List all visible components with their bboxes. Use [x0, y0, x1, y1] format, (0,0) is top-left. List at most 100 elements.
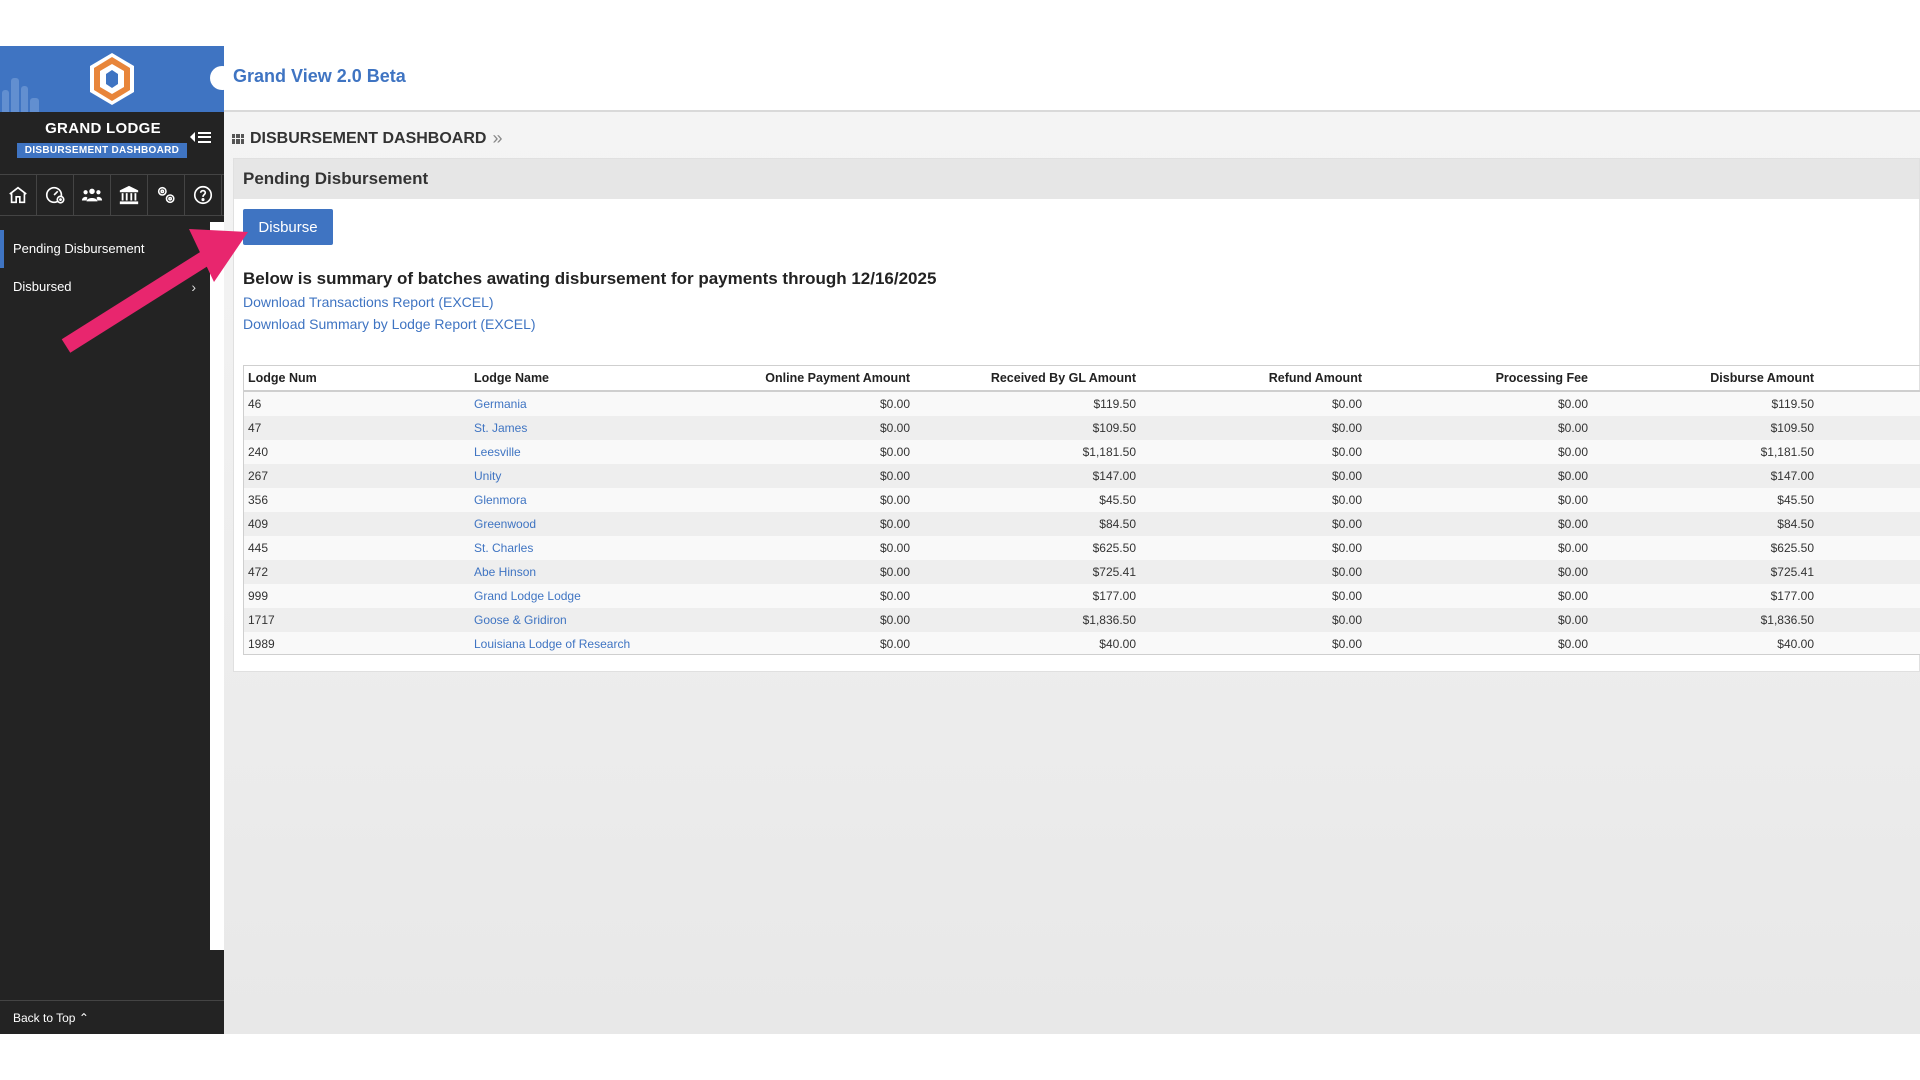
verify-cell: Verify Pa	[1818, 536, 1920, 560]
lodge-name-cell: Goose & Gridiron	[470, 608, 732, 632]
lodge-name-link[interactable]: Unity	[474, 469, 501, 483]
download-transactions-link[interactable]: Download Transactions Report (EXCEL)	[243, 294, 494, 310]
download-summary-link[interactable]: Download Summary by Lodge Report (EXCEL)	[243, 316, 536, 332]
dashboard-gauge-icon[interactable]	[37, 175, 74, 215]
online-payment-cell: $0.00	[732, 584, 914, 608]
received-by-gl-cell: $177.00	[914, 584, 1140, 608]
logo-hexagon-icon	[90, 53, 134, 105]
processing-fee-cell: $0.00	[1366, 464, 1592, 488]
home-icon[interactable]	[0, 175, 37, 215]
refund-cell: $0.00	[1140, 560, 1366, 584]
lodge-name-link[interactable]: Glenmora	[474, 493, 527, 507]
refund-cell: $0.00	[1140, 632, 1366, 654]
processing-fee-cell: $0.00	[1366, 440, 1592, 464]
received-by-gl-cell: $109.50	[914, 416, 1140, 440]
refund-cell: $0.00	[1140, 536, 1366, 560]
table-body: 46Germania$0.00$119.50$0.00$0.00$119.50V…	[244, 391, 1920, 654]
disburse-amount-cell: $40.00	[1592, 632, 1818, 654]
table-header-row: Lodge Num Lodge Name Online Payment Amou…	[244, 366, 1920, 392]
received-by-gl-cell: $119.50	[914, 391, 1140, 416]
online-payment-cell: $0.00	[732, 416, 914, 440]
sidebar: GRAND LODGE DISBURSEMENT DASHBOARD Pendi…	[0, 46, 224, 1034]
online-payment-cell: $0.00	[732, 536, 914, 560]
table-row: 240 Leesville $0.00 $1,181.50 $0.00 $0.00 $1,1…	[244, 440, 1920, 464]
disburse-amount-cell: $84.50	[1592, 512, 1818, 536]
disburse-amount-cell: $625.50	[1592, 536, 1818, 560]
lodge-name-link[interactable]: Louisiana Lodge of Research	[474, 637, 630, 651]
help-icon[interactable]	[185, 175, 222, 215]
lodge-name-link[interactable]: St. James	[474, 421, 527, 435]
sidebar-item-disbursed[interactable]: Disbursed ›	[0, 268, 206, 306]
processing-fee-cell: $0.00	[1366, 536, 1592, 560]
table-row: 47 St. James $0.00 $109.50 $0.00 $0.00 $109.50…	[244, 416, 1920, 440]
received-by-gl-cell: $40.00	[914, 632, 1140, 654]
lodge-name-link[interactable]: Goose & Gridiron	[474, 613, 567, 627]
members-icon[interactable]	[74, 175, 111, 215]
received-by-gl-cell: $147.00	[914, 464, 1140, 488]
sidebar-icon-bar	[0, 174, 224, 216]
lodge-num-cell: 1989	[244, 632, 470, 654]
lodge-num-cell: 1717	[244, 608, 470, 632]
lodge-name-link[interactable]: Grand Lodge Lodge	[474, 589, 581, 603]
verify-cell: Verify Pa	[1818, 584, 1920, 608]
table-row: 1717 Goose & Gridiron $0.00 $1,836.50 $0.00 $…	[244, 608, 1920, 632]
breadcrumb: DISBURSEMENT DASHBOARD »	[232, 128, 502, 149]
lodge-name-cell: Unity	[470, 464, 732, 488]
lodge-name-cell: Glenmora	[470, 488, 732, 512]
verify-cell: Verify Pa	[1818, 416, 1920, 440]
sidebar-scroll-track	[210, 222, 224, 950]
breadcrumb-label: DISBURSEMENT DASHBOARD	[250, 129, 487, 147]
refund-cell: $0.00	[1140, 608, 1366, 632]
lodge-num-cell: 46	[244, 391, 470, 416]
processing-fee-cell: $0.00	[1366, 391, 1592, 416]
lodge-name-cell: Germania	[470, 391, 732, 416]
disburse-amount-cell: $177.00	[1592, 584, 1818, 608]
table-row: 46Germania$0.00$119.50$0.00$0.00$119.50V…	[244, 391, 1920, 416]
summary-heading: Below is summary of batches awating disb…	[243, 269, 937, 288]
settings-gears-icon[interactable]	[148, 175, 185, 215]
disbursement-table-container: Lodge Num Lodge Name Online Payment Amou…	[243, 365, 1920, 655]
online-payment-cell: $0.00	[732, 464, 914, 488]
lodge-num-cell: 356	[244, 488, 470, 512]
table-row: 445 St. Charles $0.00 $625.50 $0.00 $0.00 $625…	[244, 536, 1920, 560]
disburse-amount-cell: $109.50	[1592, 416, 1818, 440]
received-by-gl-cell: $1,836.50	[914, 608, 1140, 632]
lodge-name-cell: Abe Hinson	[470, 560, 732, 584]
lodge-name-cell: St. Charles	[470, 536, 732, 560]
lodge-name-link[interactable]: Leesville	[474, 445, 521, 459]
lodge-num-cell: 999	[244, 584, 470, 608]
sidebar-item-label: Pending Disbursement	[13, 241, 145, 256]
lodge-name-cell: Leesville	[470, 440, 732, 464]
online-payment-cell: $0.00	[732, 512, 914, 536]
bank-icon[interactable]	[111, 175, 148, 215]
lodge-name-cell: Louisiana Lodge of Research	[470, 632, 732, 654]
disburse-button[interactable]: Disburse	[243, 209, 333, 245]
online-payment-cell: $0.00	[732, 488, 914, 512]
lodge-name-link[interactable]: Greenwood	[474, 517, 536, 531]
received-by-gl-cell: $1,181.50	[914, 440, 1140, 464]
processing-fee-cell: $0.00	[1366, 488, 1592, 512]
sidebar-collapse-button[interactable]	[190, 128, 218, 146]
column-header: Lodge Name	[470, 366, 732, 392]
processing-fee-cell: $0.00	[1366, 416, 1592, 440]
online-payment-cell: $0.00	[732, 608, 914, 632]
lodge-name-link[interactable]: Abe Hinson	[474, 565, 536, 579]
chevron-right-icon: ›	[191, 279, 196, 295]
received-by-gl-cell: $45.50	[914, 488, 1140, 512]
verify-cell: Verify Pa	[1818, 464, 1920, 488]
refund-cell: $0.00	[1140, 464, 1366, 488]
pending-disbursement-panel: Pending Disbursement Disburse Below is s…	[233, 158, 1920, 672]
lodge-name-link[interactable]: Germania	[474, 397, 527, 411]
processing-fee-cell: $0.00	[1366, 632, 1592, 654]
online-payment-cell: $0.00	[732, 632, 914, 654]
lodge-num-cell: 472	[244, 560, 470, 584]
verify-cell: Verify Pa	[1818, 488, 1920, 512]
refund-cell: $0.00	[1140, 416, 1366, 440]
double-chevron-right-icon: »	[492, 128, 503, 148]
back-to-top-link[interactable]: Back to Top ⌃	[0, 1000, 224, 1034]
sidebar-item-pending-disbursement[interactable]: Pending Disbursement	[0, 230, 206, 268]
app-title: Grand View 2.0 Beta	[233, 66, 406, 86]
disburse-amount-cell: $119.50	[1592, 391, 1818, 416]
lodge-name-link[interactable]: St. Charles	[474, 541, 533, 555]
caret-left-icon	[190, 132, 195, 142]
